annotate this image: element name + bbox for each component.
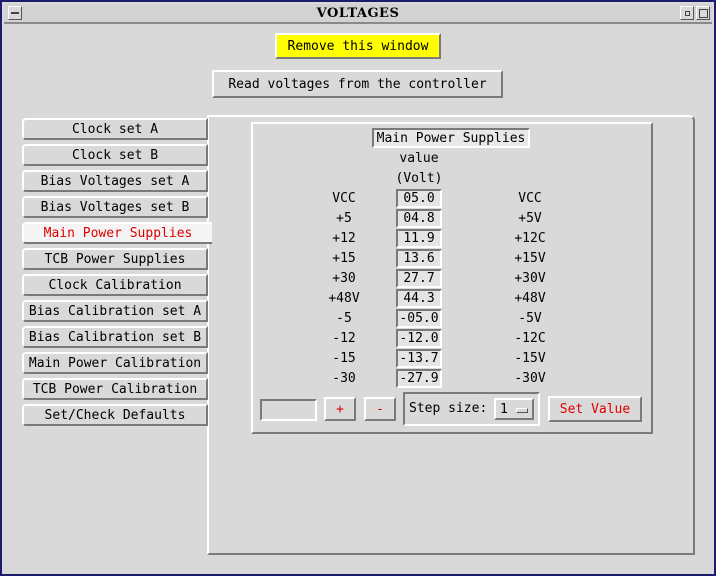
unit-column-header: (Volt)	[395, 171, 443, 186]
window-title: VOLTAGES	[316, 6, 400, 21]
step-size-label: Step size:	[409, 401, 488, 416]
voltage-value: -27.9	[396, 369, 442, 388]
row-name: -5V	[518, 311, 542, 326]
tab-clock-set-a[interactable]: Clock set A	[22, 118, 208, 140]
row-label: +5	[336, 211, 352, 226]
dropdown-indicator-icon	[515, 407, 528, 413]
tab-clock-calibration[interactable]: Clock Calibration	[22, 274, 208, 296]
row-label: -15	[332, 351, 356, 366]
row-name: +12C	[514, 231, 546, 246]
value-entry-field[interactable]	[260, 399, 317, 421]
decrement-button[interactable]: -	[364, 397, 396, 421]
maximize-button[interactable]	[696, 6, 710, 20]
row-label: -30	[332, 371, 356, 386]
voltage-value: 13.6	[396, 249, 442, 268]
row-label: VCC	[332, 191, 356, 206]
voltage-value: -05.0	[396, 309, 442, 328]
step-size-dropdown[interactable]: 1	[494, 398, 534, 420]
read-voltages-button[interactable]: Read voltages from the controller	[212, 70, 503, 98]
row-name: +48V	[514, 291, 546, 306]
tab-bias-calibration-set-b[interactable]: Bias Calibration set B	[22, 326, 208, 348]
tab-clock-set-b[interactable]: Clock set B	[22, 144, 208, 166]
set-value-button[interactable]: Set Value	[548, 396, 642, 422]
minimize-button[interactable]	[680, 6, 694, 20]
row-label: +30	[332, 271, 356, 286]
row-name: -15V	[514, 351, 546, 366]
tab-tcb-power-supplies[interactable]: TCB Power Supplies	[22, 248, 208, 270]
tab-bias-voltages-set-b[interactable]: Bias Voltages set B	[22, 196, 208, 218]
remove-window-button[interactable]: Remove this window	[275, 33, 441, 59]
row-label: +12	[332, 231, 356, 246]
voltage-value: -12.0	[396, 329, 442, 348]
voltage-value: 27.7	[396, 269, 442, 288]
voltage-value: 11.9	[396, 229, 442, 248]
tab-main-power-calibration[interactable]: Main Power Calibration	[22, 352, 208, 374]
tab-tcb-power-calibration[interactable]: TCB Power Calibration	[22, 378, 208, 400]
voltage-value: -13.7	[396, 349, 442, 368]
row-name: -30V	[514, 371, 546, 386]
value-column-header: value	[399, 151, 439, 166]
tab-bias-calibration-set-a[interactable]: Bias Calibration set A	[22, 300, 208, 322]
row-name: +15V	[514, 251, 546, 266]
voltage-value: 04.8	[396, 209, 442, 228]
tab-main-power-supplies[interactable]: Main Power Supplies	[22, 222, 212, 244]
row-name: VCC	[518, 191, 542, 206]
tab-set-check-defaults[interactable]: Set/Check Defaults	[22, 404, 208, 426]
row-label: -12	[332, 331, 356, 346]
increment-button[interactable]: +	[324, 397, 356, 421]
row-label: +48V	[328, 291, 360, 306]
step-size-value: 1	[500, 401, 508, 417]
voltage-value: 44.3	[396, 289, 442, 308]
row-label: +15	[332, 251, 356, 266]
tab-bias-voltages-set-a[interactable]: Bias Voltages set A	[22, 170, 208, 192]
voltage-value: 05.0	[396, 189, 442, 208]
row-name: +5V	[518, 211, 542, 226]
row-label: -5	[336, 311, 352, 326]
row-name: -12C	[514, 331, 546, 346]
group-title: Main Power Supplies	[372, 128, 530, 148]
row-name: +30V	[514, 271, 546, 286]
title-bar[interactable]: VOLTAGES	[4, 4, 712, 24]
